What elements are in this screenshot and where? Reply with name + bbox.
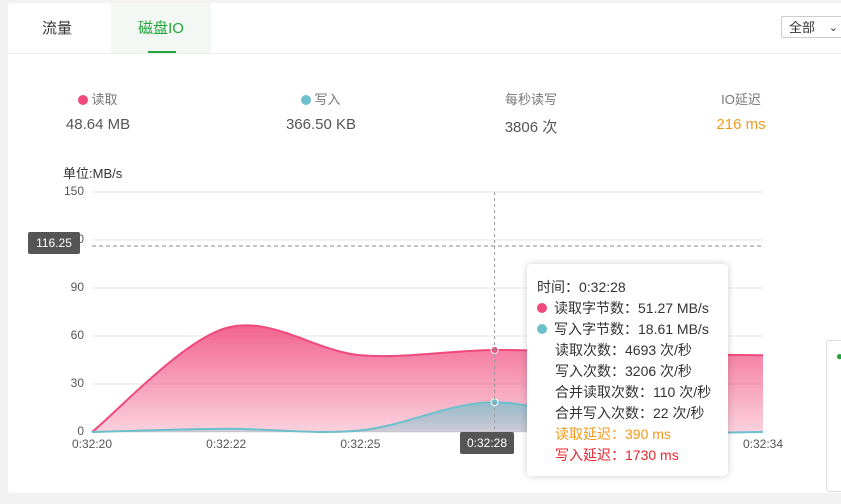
- tooltip-row-text: 写入字节数：18.61 MB/s: [554, 321, 709, 337]
- y-tick-label: 60: [70, 328, 84, 342]
- tooltip-row: 合并读取次数：110 次/秒: [555, 382, 711, 403]
- tooltip-row: 读取次数：4693 次/秒: [555, 340, 692, 361]
- tooltip-row: 合并写入次数：22 次/秒: [555, 403, 704, 424]
- tooltip-row: 写入次数：3206 次/秒: [555, 361, 692, 382]
- x-tick-label: 0:32:20: [71, 437, 113, 451]
- tooltip-row-text: 合并读取次数：110 次/秒: [555, 384, 712, 400]
- y-tick-label: 150: [63, 184, 84, 198]
- series-dot-icon: [537, 324, 547, 334]
- tooltip-row-text: 读取次数：4693 次/秒: [555, 342, 692, 358]
- tooltip-row: 写入延迟：1730 ms: [555, 445, 679, 466]
- chart-tooltip: 时间：0:32:28 读取字节数：51.27 MB/s 写入字节数：18.61 M…: [527, 264, 728, 476]
- side-float-panel[interactable]: ●: [826, 340, 841, 492]
- series-dot-icon: [537, 303, 547, 313]
- tooltip-row: 写入字节数：18.61 MB/s: [537, 319, 709, 340]
- y-tick-label: 90: [70, 280, 84, 294]
- chat-icon: ●: [836, 349, 841, 363]
- tooltip-row-text: 合并写入次数：22 次/秒: [555, 405, 705, 421]
- tooltip-row-text: 写入次数：3206 次/秒: [555, 363, 692, 379]
- y-tick-label: 30: [70, 376, 84, 390]
- tooltip-row: 读取延迟：390 ms: [555, 424, 671, 445]
- tooltip-row-text: 写入延迟：1730 ms: [555, 447, 679, 463]
- tooltip-row-text: 读取延迟：390 ms: [555, 426, 671, 442]
- x-tick-label: 0:32:34: [742, 437, 784, 451]
- tooltip-row-text: 读取字节数：51.27 MB/s: [554, 300, 709, 316]
- x-marker-label: 0:32:28: [460, 432, 514, 454]
- tooltip-row: 读取字节数：51.27 MB/s: [537, 298, 709, 319]
- x-tick-label: 0:32:25: [340, 437, 381, 451]
- tooltip-time: 时间：0:32:28: [537, 279, 626, 295]
- y-tick-label: 0: [77, 424, 84, 438]
- x-tick-label: 0:32:22: [206, 437, 247, 451]
- y-marker-label: 116.25: [28, 232, 80, 254]
